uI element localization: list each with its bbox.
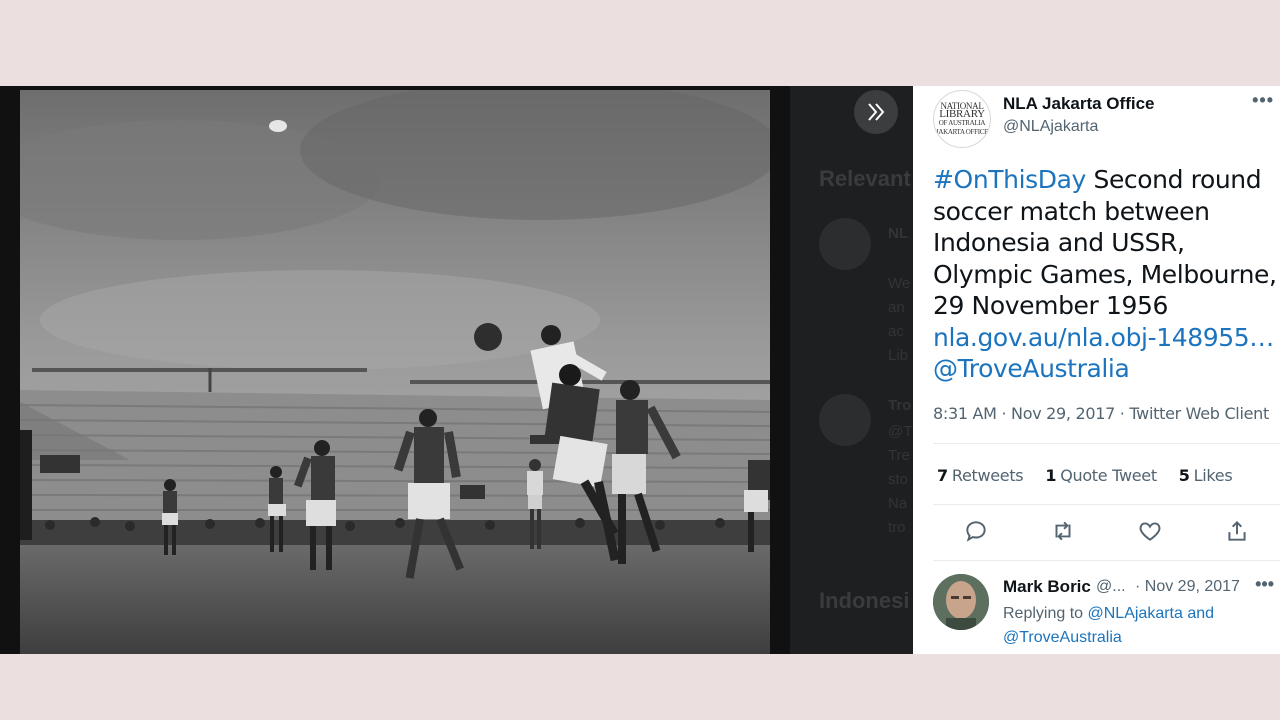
dim-line: Lib xyxy=(888,347,909,364)
reply-author-handle[interactable]: @... xyxy=(1096,578,1126,596)
reply-author-avatar[interactable] xyxy=(933,574,989,630)
media-modal: Relevant NL We an ac Lib Tro @T Tre sto … xyxy=(0,86,1280,654)
author-name[interactable]: NLA Jakarta Office xyxy=(1003,94,1154,114)
retweets-count: 7 xyxy=(937,466,948,485)
tweet-meta: 8:31 AM · Nov 29, 2017 · Twitter Web Cli… xyxy=(933,404,1269,423)
reply-mention-1[interactable]: @NLAjakarta xyxy=(1088,605,1183,622)
photo-viewer: Relevant NL We an ac Lib Tro @T Tre sto … xyxy=(0,86,913,654)
dim-line: We xyxy=(888,275,911,292)
reply-and: and xyxy=(1182,605,1215,622)
divider xyxy=(933,504,1280,505)
reply-mention-2[interactable]: @TroveAustralia xyxy=(1003,629,1122,646)
dim-line: Tre xyxy=(888,447,910,464)
dim-heading-indonesia: Indonesi xyxy=(819,588,910,613)
dim-avatar-2 xyxy=(819,394,871,446)
mention-link[interactable]: @TroveAustralia xyxy=(933,354,1130,383)
likes-count: 5 xyxy=(1178,466,1190,485)
tweet-date[interactable]: Nov 29, 2017 xyxy=(1011,404,1115,423)
dim-avatar-1 xyxy=(819,218,871,270)
reply-more-options-icon[interactable]: ••• xyxy=(1255,574,1274,595)
quotes-stat[interactable]: 1 Quote Tweet xyxy=(1045,466,1157,485)
logo-line: JAKARTA OFFICE xyxy=(935,128,989,136)
author-handle[interactable]: @NLAjakarta xyxy=(1003,118,1098,136)
tweet-panel: NATIONAL LIBRARY OF AUSTRALIA JAKARTA OF… xyxy=(913,86,1280,654)
dim-line: Na xyxy=(888,495,908,512)
dim-line: @T xyxy=(888,423,913,440)
dim-line: ac xyxy=(888,323,904,340)
meta-separator: · xyxy=(1115,404,1130,423)
meta-separator: · xyxy=(996,404,1012,423)
dim-heading-relevant: Relevant xyxy=(819,166,911,191)
reply-date[interactable]: · Nov 29, 2017 xyxy=(1135,578,1240,596)
tweet-actions xyxy=(963,518,1263,548)
url-link[interactable]: nla.gov.au/nla.obj-148955… xyxy=(933,323,1274,352)
dim-line: an xyxy=(888,299,905,316)
reply-icon[interactable] xyxy=(963,518,989,544)
like-icon[interactable] xyxy=(1137,518,1163,544)
divider xyxy=(933,560,1280,561)
more-options-icon[interactable]: ••• xyxy=(1252,90,1274,111)
reply-avatar-image xyxy=(933,574,989,630)
logo-line: OF AUSTRALIA xyxy=(938,119,986,127)
hashtag-link[interactable]: #OnThisDay xyxy=(933,165,1086,194)
quotes-label: Quote Tweet xyxy=(1060,466,1157,485)
likes-stat[interactable]: 5 Likes xyxy=(1179,466,1233,485)
replying-to: Replying to @NLAjakarta and @TroveAustra… xyxy=(1003,602,1263,650)
double-chevron-right-icon xyxy=(868,103,885,121)
photo-image xyxy=(20,90,770,654)
retweets-stat[interactable]: 7 Retweets xyxy=(937,466,1024,485)
divider xyxy=(933,443,1280,444)
replying-prefix: Replying to xyxy=(1003,605,1088,622)
tweet-source[interactable]: Twitter Web Client xyxy=(1129,404,1269,423)
author-avatar[interactable]: NATIONAL LIBRARY OF AUSTRALIA JAKARTA OF… xyxy=(933,90,991,148)
dimmed-background: Relevant NL We an ac Lib Tro @T Tre sto … xyxy=(790,86,913,654)
retweet-icon[interactable] xyxy=(1050,518,1076,544)
retweets-label: Retweets xyxy=(951,466,1024,485)
dim-name-2: Tro xyxy=(888,397,912,414)
reply-author-name[interactable]: Mark Boric xyxy=(1003,577,1091,597)
dim-name-1: NL xyxy=(888,225,908,242)
soccer-match-photo[interactable] xyxy=(20,90,770,654)
tweet-stats: 7 Retweets 1 Quote Tweet 5 Likes xyxy=(937,466,1233,485)
expand-sidebar-button[interactable] xyxy=(854,90,898,134)
tweet-text: #OnThisDay Second round soccer match bet… xyxy=(933,164,1280,385)
dim-line: sto xyxy=(888,471,909,488)
likes-label: Likes xyxy=(1193,466,1233,485)
avatar-logo-text: NATIONAL LIBRARY OF AUSTRALIA JAKARTA OF… xyxy=(935,102,989,137)
quotes-count: 1 xyxy=(1045,466,1057,485)
dim-line: tro xyxy=(888,519,906,536)
share-icon[interactable] xyxy=(1224,518,1250,544)
tweet-time[interactable]: 8:31 AM xyxy=(933,404,997,423)
